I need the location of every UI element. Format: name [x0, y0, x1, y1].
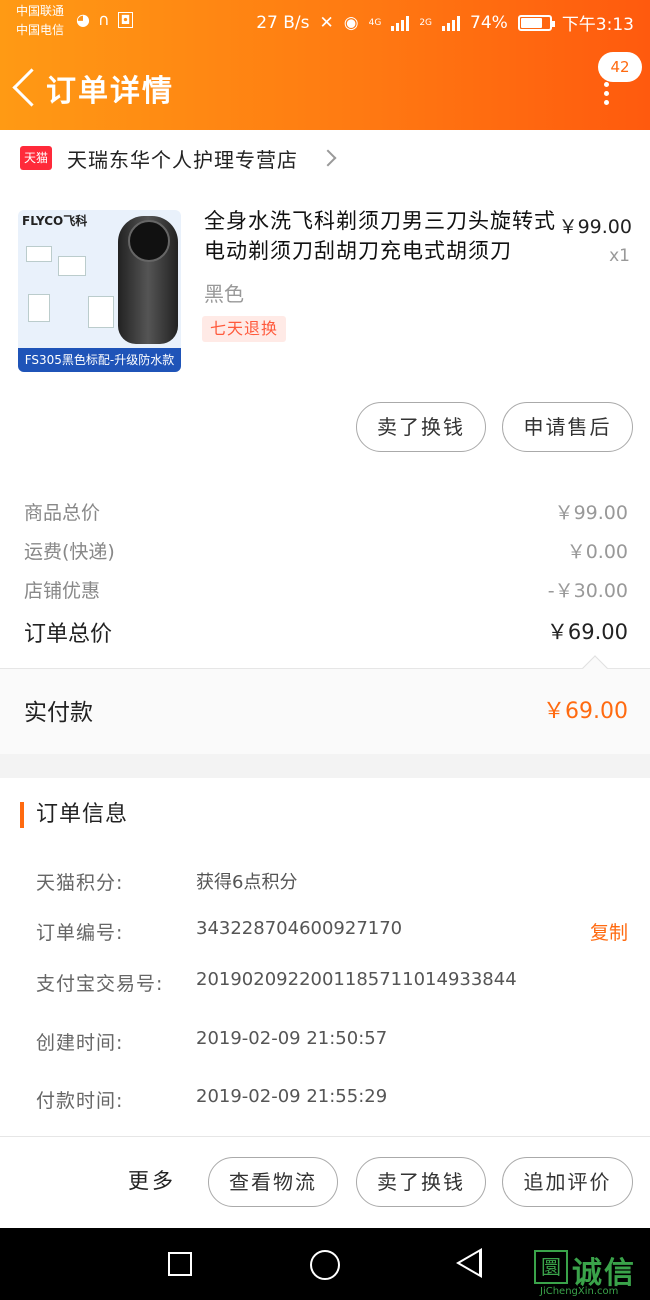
shipping-row: 运费(快递) ￥0.00 — [0, 533, 650, 569]
product-quantity: x1 — [609, 246, 630, 266]
return-policy-tag: 七天退换 — [202, 316, 287, 342]
accessory-image — [26, 246, 52, 262]
carrier-info: 中国联通 中国电信 — [16, 2, 64, 40]
status-right: 27 B/s ✕ ◉ 4G 2G 74% 下午3:13 — [256, 10, 634, 36]
created-time-label: 创建时间: — [36, 1032, 124, 1054]
order-total-row: 订单总价 ￥69.00 — [0, 612, 650, 648]
amount-paid-label: 实付款 — [24, 700, 93, 726]
order-total-label: 订单总价 — [24, 622, 113, 647]
points-label: 天猫积分: — [36, 872, 124, 894]
view-logistics-button[interactable]: 查看物流 — [208, 1157, 338, 1207]
recents-square-icon[interactable] — [168, 1252, 192, 1276]
points-value: 获得6点积分 — [196, 872, 298, 893]
more-button[interactable]: 更多 — [128, 1165, 176, 1195]
discount-label: 店铺优惠 — [24, 580, 101, 602]
accessory-image — [88, 296, 114, 328]
order-info-title: 订单信息 — [20, 802, 128, 828]
shipping-value: ￥0.00 — [566, 541, 628, 563]
product-image[interactable]: FLYCO飞科 FS305黑色标配-升级防水款 — [18, 210, 181, 372]
watermark-icon: 圜 — [534, 1250, 568, 1284]
shipping-label: 运费(快递) — [24, 541, 115, 563]
product-image-brand: FLYCO飞科 — [22, 214, 88, 228]
amount-paid-row: 实付款 ￥69.00 — [0, 655, 650, 754]
created-time-row: 创建时间: 2019-02-09 21:50:57 — [0, 1026, 650, 1058]
add-review-button[interactable]: 追加评价 — [502, 1157, 633, 1207]
product-title[interactable]: 全身水洗飞科剃须刀男三刀头旋转式电动剃须刀刮胡刀充电式胡须刀 — [204, 206, 560, 266]
created-time-value: 2019-02-09 21:50:57 — [196, 1028, 388, 1049]
tmall-icon: 天猫 — [20, 146, 52, 170]
status-bar: 中国联通 中国电信 ◕ ∩ ◘ 27 B/s ✕ ◉ 4G 2G 74% 下午3… — [0, 0, 650, 44]
bottom-action-bar: 更多 查看物流 卖了换钱 追加评价 — [0, 1136, 650, 1228]
shaver-head-image — [128, 220, 170, 262]
eye-icon: ◉ — [343, 12, 359, 33]
product-image-banner: FS305黑色标配-升级防水款 — [18, 348, 181, 372]
accessory-image — [28, 294, 50, 322]
goods-total-label: 商品总价 — [24, 502, 101, 524]
app-notify-icon: ◘ — [117, 11, 134, 28]
network-speed: 27 B/s — [256, 12, 310, 33]
wechat-icon: ◕ — [76, 10, 90, 29]
order-number-label: 订单编号: — [36, 922, 124, 944]
more-menu-icon[interactable] — [604, 82, 610, 106]
alipay-label: 支付宝交易号: — [36, 973, 164, 995]
battery-icon — [517, 14, 555, 31]
sell-for-cash-bottom-button[interactable]: 卖了换钱 — [356, 1157, 486, 1207]
battery-percent: 74% — [470, 12, 508, 33]
paid-time-value: 2019-02-09 21:55:29 — [196, 1086, 388, 1107]
accessory-image — [58, 256, 86, 276]
product-price: ￥99.00 — [558, 216, 632, 238]
amount-paid-value: ￥69.00 — [543, 699, 628, 724]
nav-bar: 订单详情 42 — [0, 52, 650, 124]
carrier-2: 中国电信 — [16, 23, 65, 37]
net-type-2: 2G — [419, 17, 433, 28]
order-number-row: 订单编号: 343228704600927170 复制 — [0, 916, 650, 948]
paid-time-row: 付款时间: 2019-02-09 21:55:29 — [0, 1084, 650, 1116]
order-info-section: 订单信息 天猫积分: 获得6点积分 订单编号: 3432287046009271… — [0, 778, 650, 1136]
order-total-value: ￥69.00 — [546, 620, 628, 644]
alipay-value: 2019020922001185711014933844 — [196, 969, 517, 990]
shop-name[interactable]: 天瑞东华个人护理专营店 — [67, 144, 298, 173]
back-triangle-icon[interactable] — [456, 1248, 482, 1278]
watermark-logo: 圜 诚信 JiChengXin.com — [532, 1248, 650, 1300]
mute-icon: ✕ — [319, 12, 334, 33]
carrier-1: 中国联通 — [16, 4, 65, 18]
copy-button[interactable]: 复制 — [590, 918, 628, 945]
clock: 下午3:13 — [561, 15, 634, 35]
discount-value: -￥30.00 — [547, 580, 628, 602]
back-arrow-icon[interactable] — [10, 66, 44, 110]
page-title: 订单详情 — [46, 74, 174, 109]
goods-total-row: 商品总价 ￥99.00 — [0, 494, 650, 530]
message-count-badge[interactable]: 42 — [598, 52, 642, 82]
signal-icon-1 — [391, 15, 410, 31]
points-row: 天猫积分: 获得6点积分 — [0, 866, 650, 898]
discount-row: 店铺优惠 -￥30.00 — [0, 572, 650, 608]
goods-total-value: ￥99.00 — [554, 502, 628, 524]
product-sku: 黑色 — [204, 282, 244, 306]
sell-for-cash-button[interactable]: 卖了换钱 — [356, 402, 486, 452]
signal-icon-2 — [442, 15, 461, 31]
net-type-1: 4G — [368, 17, 382, 28]
order-number-value: 343228704600927170 — [196, 918, 403, 939]
chevron-right-icon — [319, 149, 337, 167]
headset-icon: ∩ — [97, 10, 110, 29]
paid-time-label: 付款时间: — [36, 1090, 124, 1112]
apply-after-sale-button[interactable]: 申请售后 — [502, 402, 633, 452]
shop-row[interactable]: 天猫 天瑞东华个人护理专营店 — [0, 130, 650, 188]
app-header: 中国联通 中国电信 ◕ ∩ ◘ 27 B/s ✕ ◉ 4G 2G 74% 下午3… — [0, 0, 650, 130]
watermark-sub: JiChengXin.com — [540, 1286, 619, 1297]
notification-icons: ◕ ∩ ◘ — [76, 10, 134, 29]
alipay-row: 支付宝交易号: 2019020922001185711014933844 — [0, 967, 650, 999]
home-circle-icon[interactable] — [310, 1250, 340, 1280]
